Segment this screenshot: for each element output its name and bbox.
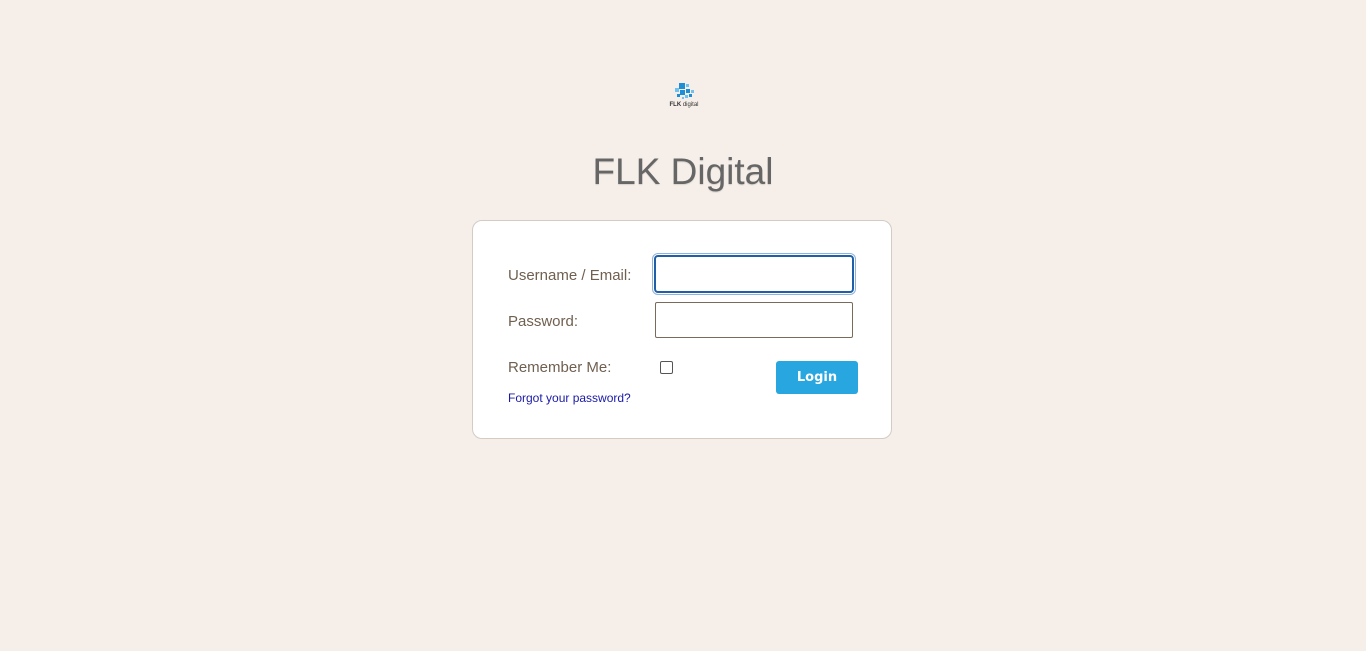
username-input[interactable] bbox=[654, 255, 854, 293]
login-button[interactable]: Login bbox=[776, 361, 858, 394]
username-label: Username / Email: bbox=[508, 267, 632, 284]
login-card: Username / Email: Password: Remember Me:… bbox=[472, 220, 892, 439]
page-title: FLK Digital bbox=[592, 151, 774, 192]
logo-wordmark: FLK digital bbox=[666, 102, 702, 109]
logo-brand-bold: FLK bbox=[669, 102, 682, 108]
logo-brand-light: digital bbox=[682, 102, 699, 108]
flk-logo: FLK digital bbox=[666, 82, 702, 112]
password-input[interactable] bbox=[655, 302, 853, 338]
logo-mark-icon bbox=[675, 83, 694, 99]
remember-checkbox[interactable] bbox=[660, 361, 673, 374]
password-label: Password: bbox=[508, 313, 579, 330]
forgot-password-link[interactable]: Forgot your password? bbox=[508, 391, 631, 405]
remember-label: Remember Me: bbox=[508, 359, 612, 376]
